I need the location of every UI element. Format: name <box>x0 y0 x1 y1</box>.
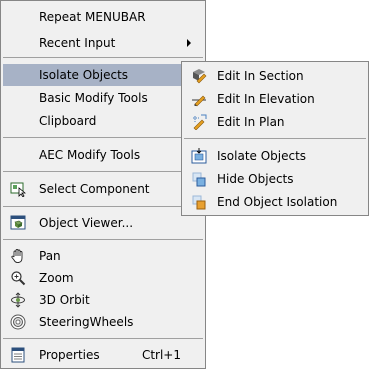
menu-item-label: Basic Modify Tools <box>39 91 148 105</box>
submenu-item-label: Edit In Section <box>217 69 304 83</box>
steering-wheel-icon <box>10 314 26 330</box>
menu-separator <box>3 239 203 240</box>
submenu-item-hide-objects[interactable]: Hide Objects <box>184 168 366 190</box>
menu-separator <box>3 137 203 138</box>
properties-icon <box>11 347 25 363</box>
menu-item-properties[interactable]: Properties Ctrl+1 <box>3 344 203 366</box>
menu-item-label: Zoom <box>39 271 74 285</box>
isolate-objects-submenu: Edit In Section Edit In Elevation Edit I… <box>181 61 369 216</box>
submenu-item-label: End Object Isolation <box>217 195 338 209</box>
submenu-separator <box>184 138 366 139</box>
isolate-objects-icon <box>191 148 207 164</box>
menu-item-label: Object Viewer... <box>39 216 134 230</box>
menu-item-zoom[interactable]: Zoom <box>3 267 203 289</box>
submenu-item-label: Edit In Elevation <box>217 92 315 106</box>
submenu-item-label: Isolate Objects <box>217 149 307 163</box>
menu-item-label: Pan <box>39 249 61 263</box>
menu-item-label: Isolate Objects <box>39 68 129 82</box>
menu-item-shortcut: Ctrl+1 <box>141 348 181 362</box>
menu-separator <box>3 206 203 207</box>
submenu-item-label: Edit In Plan <box>217 115 285 129</box>
menu-item-pan[interactable]: Pan <box>3 245 203 267</box>
menu-separator <box>3 171 203 172</box>
zoom-icon <box>11 271 26 286</box>
menu-item-select-component[interactable]: Select Component <box>3 178 203 200</box>
hide-objects-icon <box>192 172 206 187</box>
menu-separator <box>3 57 203 58</box>
menu-item-label: Clipboard <box>39 114 97 128</box>
menu-item-steeringwheels[interactable]: SteeringWheels <box>3 311 203 333</box>
submenu-item-edit-in-section[interactable]: Edit In Section <box>184 65 366 87</box>
menu-item-label: Select Component <box>39 182 150 196</box>
menu-item-object-viewer[interactable]: Object Viewer... <box>3 212 203 234</box>
menu-item-label: AEC Modify Tools <box>39 148 141 162</box>
submenu-item-isolate-objects[interactable]: Isolate Objects <box>184 145 366 167</box>
menu-item-clipboard[interactable]: Clipboard <box>3 110 203 132</box>
3d-orbit-icon <box>11 292 25 308</box>
menu-item-recent-input[interactable]: Recent Input <box>3 32 203 54</box>
select-component-icon <box>10 182 26 197</box>
menu-item-label: Recent Input <box>39 36 116 50</box>
pan-hand-icon <box>11 249 23 264</box>
menu-item-label: SteeringWheels <box>39 315 134 329</box>
submenu-item-edit-in-elevation[interactable]: Edit In Elevation <box>184 88 366 110</box>
menu-item-basic-modify-tools[interactable]: Basic Modify Tools <box>3 87 203 109</box>
menu-item-label: Repeat MENUBAR <box>39 10 146 24</box>
submenu-arrow-icon <box>187 39 191 47</box>
submenu-item-label: Hide Objects <box>217 172 294 186</box>
menu-item-aec-modify-tools[interactable]: AEC Modify Tools <box>3 144 203 166</box>
edit-in-plan-icon <box>193 114 207 130</box>
menu-item-isolate-objects[interactable]: Isolate Objects <box>3 64 203 86</box>
edit-in-section-icon <box>193 69 207 84</box>
menu-item-3d-orbit[interactable]: 3D Orbit <box>3 289 203 311</box>
submenu-item-edit-in-plan[interactable]: Edit In Plan <box>184 111 366 133</box>
menu-item-label: Properties <box>39 348 100 362</box>
object-viewer-icon <box>10 215 26 230</box>
edit-in-elevation-icon <box>192 95 206 107</box>
context-menu: Repeat MENUBAR Recent Input Isolate Obje… <box>0 0 206 369</box>
menu-separator <box>3 338 203 339</box>
end-object-isolation-icon <box>192 195 206 210</box>
submenu-item-end-object-isolation[interactable]: End Object Isolation <box>184 191 366 213</box>
menu-item-label: 3D Orbit <box>39 293 90 307</box>
menu-item-repeat-menubar[interactable]: Repeat MENUBAR <box>3 6 203 28</box>
